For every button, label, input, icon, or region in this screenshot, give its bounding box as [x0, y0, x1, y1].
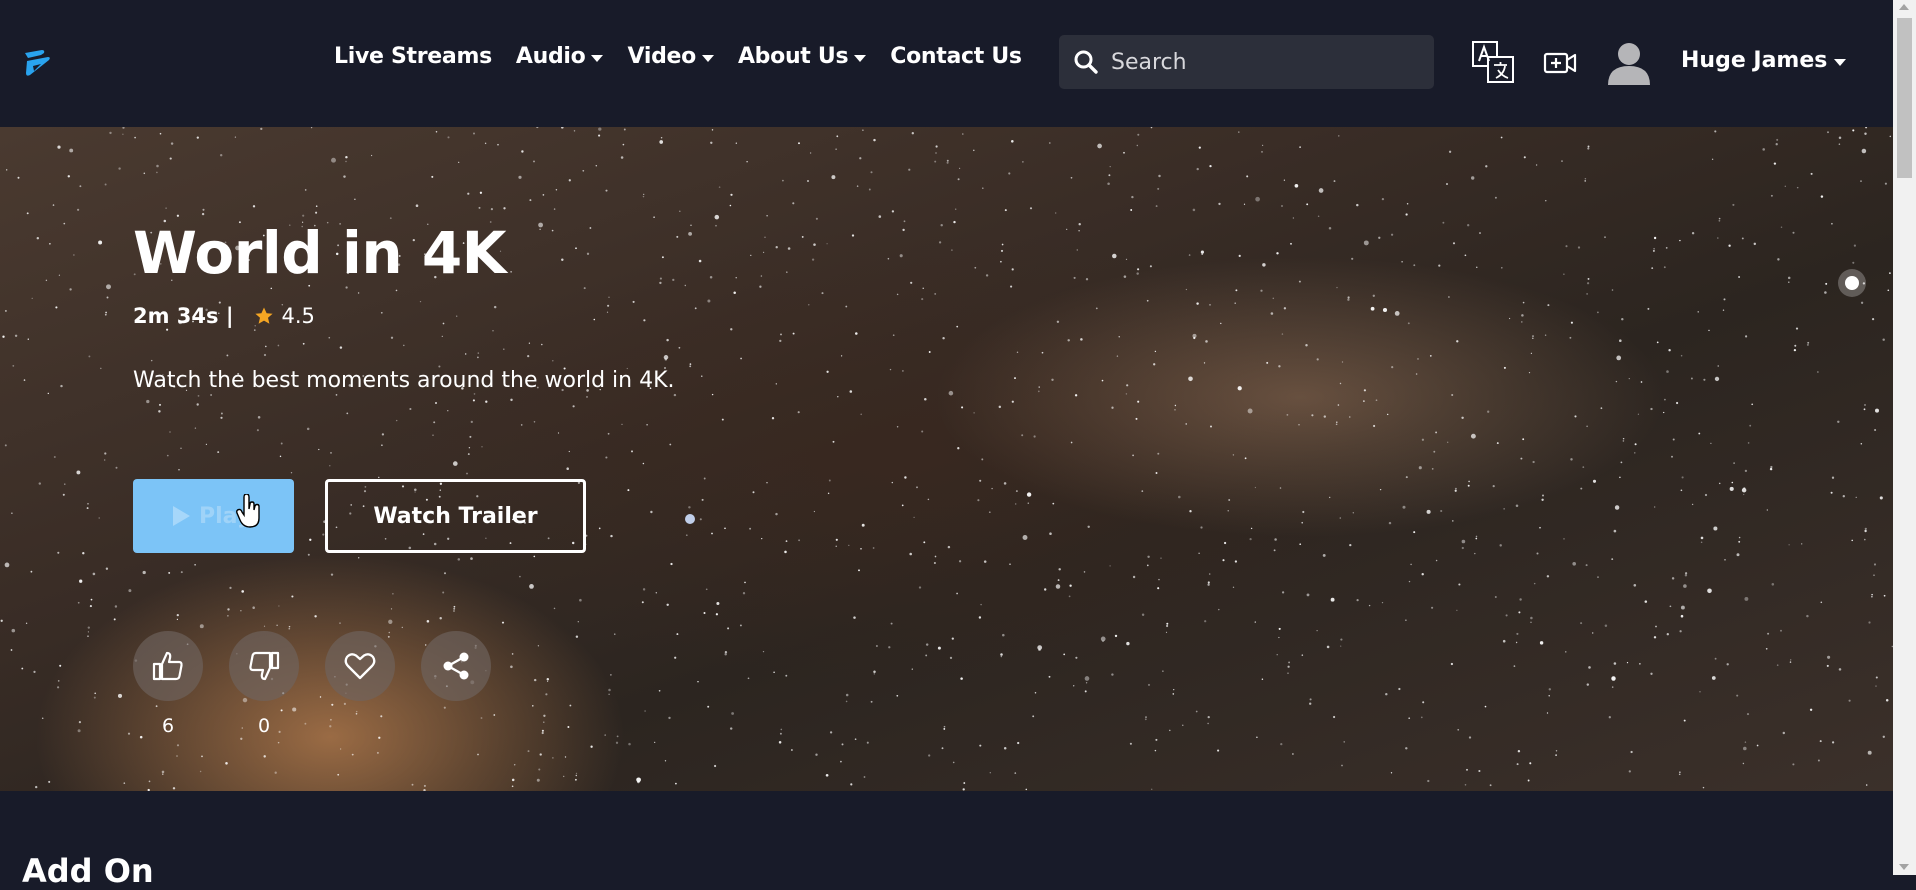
share-action	[421, 631, 491, 739]
chevron-down-icon	[1834, 58, 1847, 66]
like-button[interactable]	[133, 631, 203, 701]
dislike-count: 0	[257, 715, 271, 737]
nav-live-streams[interactable]: Live Streams	[334, 44, 492, 69]
nav-contact-us[interactable]: Contact Us	[890, 44, 1022, 69]
scrollbar-thumb[interactable]	[1897, 18, 1912, 178]
video-meta: 2m 34s | 4.5	[133, 304, 315, 328]
heart-icon	[344, 653, 376, 680]
section-title: Add On	[22, 852, 154, 890]
share-button[interactable]	[421, 631, 491, 701]
search-icon[interactable]	[1073, 49, 1099, 75]
nav-live-streams-label: Live Streams	[334, 44, 492, 69]
user-name: Huge James	[1681, 48, 1828, 73]
scroll-up-arrow-icon[interactable]	[1899, 4, 1909, 10]
nav-contact-us-label: Contact Us	[890, 44, 1022, 69]
rating-value: 4.5	[281, 304, 315, 328]
dislike-action: 0	[229, 631, 299, 739]
favorite-button[interactable]	[325, 631, 395, 701]
avatar-icon[interactable]	[1606, 39, 1652, 85]
dislike-button[interactable]	[229, 631, 299, 701]
favorite-count	[325, 715, 395, 739]
share-count	[421, 715, 491, 739]
scroll-down-arrow-icon[interactable]	[1899, 864, 1909, 870]
hero-banner: World in 4K 2m 34s | 4.5 Watch the best …	[0, 127, 1893, 791]
nav-video[interactable]: Video	[627, 44, 714, 69]
nav-audio[interactable]: Audio	[516, 44, 604, 69]
main-nav: Live Streams Audio Video About Us Contac…	[334, 44, 1022, 69]
watch-trailer-button[interactable]: Watch Trailer	[325, 479, 586, 553]
streaming-logo-icon[interactable]	[22, 48, 54, 80]
nav-audio-label: Audio	[515, 44, 586, 69]
chevron-down-icon	[591, 54, 604, 62]
thumbs-down-icon	[249, 651, 280, 681]
chevron-down-icon	[854, 54, 867, 62]
search-box	[1059, 35, 1434, 89]
like-count: 6	[161, 715, 175, 737]
add-video-icon[interactable]	[1543, 48, 1577, 78]
chevron-down-icon	[701, 54, 714, 62]
translate-icon[interactable]	[1471, 40, 1515, 84]
reaction-actions: 6 0	[133, 631, 491, 739]
video-description: Watch the best moments around the world …	[133, 368, 675, 393]
nav-about-us[interactable]: About Us	[737, 44, 867, 69]
play-icon	[173, 506, 190, 526]
share-icon	[443, 652, 469, 680]
star-icon	[254, 307, 273, 324]
play-button[interactable]: Play	[133, 479, 294, 553]
nav-video-label: Video	[627, 44, 696, 69]
thumbs-up-icon	[152, 651, 183, 681]
hero-title: World in 4K	[133, 219, 507, 287]
favorite-action	[325, 631, 395, 739]
nav-about-us-label: About Us	[737, 44, 849, 69]
like-action: 6	[133, 631, 203, 739]
top-header: Live Streams Audio Video About Us Contac…	[0, 0, 1893, 127]
user-menu[interactable]: Huge James	[1681, 48, 1847, 73]
search-input[interactable]	[1109, 48, 1413, 76]
video-duration: 2m 34s |	[133, 304, 234, 328]
hand-cursor-icon	[236, 494, 260, 528]
